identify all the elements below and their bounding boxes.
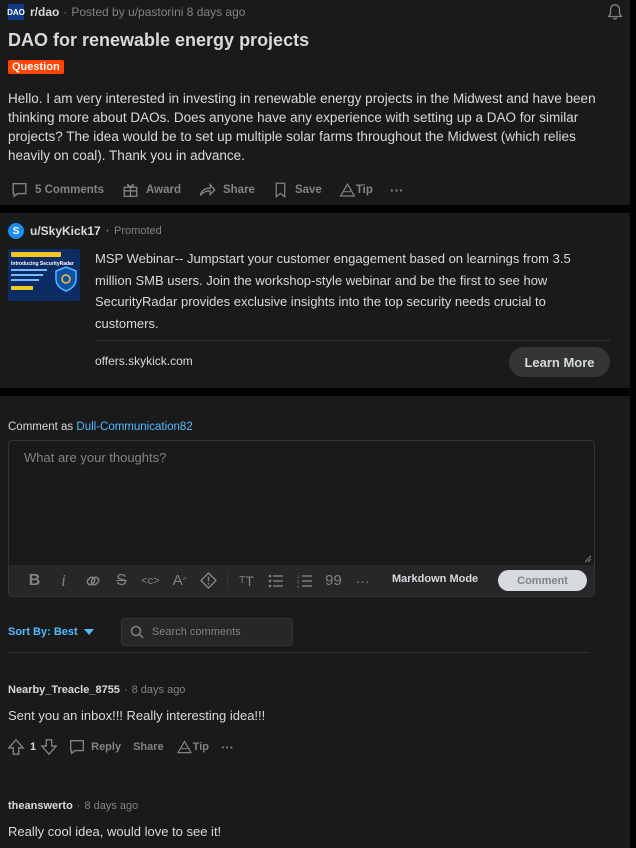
resize-handle-icon[interactable] bbox=[584, 555, 592, 563]
comment-input[interactable] bbox=[9, 441, 594, 565]
comment-icon bbox=[12, 183, 27, 198]
comment-as-line: Comment as Dull-Communication82 bbox=[8, 421, 193, 433]
comment-search bbox=[121, 618, 293, 646]
more-options-button[interactable]: ··· bbox=[390, 182, 404, 198]
promoted-header: S u/SkyKick17 · Promoted bbox=[8, 222, 162, 240]
comment-header: Nearby_Treacle_8755 · 8 days ago bbox=[8, 684, 185, 696]
spoiler-icon[interactable] bbox=[194, 572, 223, 589]
award-button[interactable]: Award bbox=[121, 181, 181, 199]
post-actions: 5 Comments Award Share Save Tip ··· bbox=[10, 178, 421, 202]
save-button[interactable]: Save bbox=[272, 181, 322, 199]
thumb-banner bbox=[11, 252, 61, 257]
thumb-button bbox=[11, 286, 33, 290]
strikethrough-icon[interactable]: S bbox=[107, 572, 136, 590]
post-card: DAO r/dao · Posted by u/pastorini 8 days… bbox=[0, 0, 630, 205]
more-icon: ··· bbox=[389, 182, 404, 198]
share-button[interactable]: Share bbox=[198, 181, 255, 199]
comment-as-prefix: Comment as bbox=[8, 421, 74, 433]
bold-icon[interactable]: B bbox=[20, 572, 49, 590]
thumb-line bbox=[11, 279, 39, 281]
comment-share-button[interactable]: Share bbox=[133, 741, 164, 753]
toolbar-divider bbox=[227, 572, 228, 589]
superscript-icon[interactable]: A ^ bbox=[165, 572, 194, 589]
comment-score: 1 bbox=[30, 741, 37, 753]
award-label: Award bbox=[146, 184, 181, 196]
sort-label: Sort By: Best bbox=[8, 626, 78, 638]
promo-thumbnail[interactable]: Introducing SecurityRadar bbox=[8, 249, 80, 301]
comment-text: Really cool idea, would love to see it! bbox=[8, 824, 222, 839]
numbered-list-icon[interactable]: 123 bbox=[290, 574, 319, 588]
save-label: Save bbox=[294, 184, 322, 196]
tip-icon bbox=[339, 182, 356, 197]
more-icon: ··· bbox=[220, 739, 234, 755]
share-icon bbox=[199, 182, 216, 197]
promoted-label: Promoted bbox=[114, 225, 162, 237]
award-icon bbox=[123, 183, 138, 197]
comment-time: 8 days ago bbox=[131, 684, 186, 696]
reply-label: Reply bbox=[91, 741, 122, 753]
thumb-line bbox=[11, 274, 43, 276]
sort-divider bbox=[8, 652, 588, 653]
tip-icon bbox=[176, 740, 192, 754]
separator-dot: · bbox=[104, 222, 111, 239]
comment-author[interactable]: theanswerto bbox=[8, 800, 73, 812]
quote-icon[interactable]: 99 bbox=[319, 572, 348, 589]
comment-more-button[interactable]: ··· bbox=[221, 740, 234, 755]
heading-icon[interactable]: TT bbox=[232, 573, 261, 589]
post-flair[interactable]: Question bbox=[8, 60, 64, 74]
bookmark-icon bbox=[275, 182, 286, 199]
sort-dropdown[interactable]: Sort By: Best bbox=[8, 626, 94, 638]
comments-button[interactable]: 5 Comments bbox=[10, 181, 104, 199]
shield-icon bbox=[55, 266, 77, 292]
advertiser-name[interactable]: u/SkyKick17 bbox=[30, 224, 101, 238]
comment-tip-button[interactable]: Tip bbox=[176, 739, 209, 755]
learn-more-button[interactable]: Learn More bbox=[509, 347, 610, 377]
upvote-icon[interactable] bbox=[7, 738, 25, 756]
comment-header: theanswerto · 8 days ago bbox=[8, 800, 138, 812]
caret-down-icon bbox=[83, 629, 94, 635]
comment-icon bbox=[70, 740, 85, 755]
search-comments-input[interactable] bbox=[152, 626, 282, 638]
downvote-icon[interactable] bbox=[40, 738, 58, 756]
editor-toolbar: B i S <c> A ^ TT 123 99 ··· Markdown Mode… bbox=[9, 565, 594, 596]
posted-by: Posted by u/pastorini 8 days ago bbox=[71, 5, 246, 19]
separator-dot: · bbox=[76, 800, 81, 812]
promo-divider bbox=[95, 340, 610, 341]
comment-time: 8 days ago bbox=[84, 800, 139, 812]
current-username[interactable]: Dull-Communication82 bbox=[76, 421, 192, 433]
svg-text:3: 3 bbox=[297, 584, 300, 588]
bell-icon[interactable] bbox=[606, 3, 624, 21]
markdown-mode-button[interactable]: Markdown Mode bbox=[392, 573, 478, 585]
tip-label: Tip bbox=[192, 741, 209, 753]
promo-text[interactable]: MSP Webinar-- Jumpstart your customer en… bbox=[95, 248, 595, 334]
tip-button[interactable]: Tip bbox=[339, 181, 373, 199]
advertiser-avatar[interactable]: S bbox=[8, 223, 24, 239]
promo-link[interactable]: offers.skykick.com bbox=[95, 354, 193, 368]
post-body: Hello. I am very interested in investing… bbox=[8, 91, 596, 163]
post-title[interactable]: DAO for renewable energy projects bbox=[8, 30, 309, 51]
tip-label: Tip bbox=[355, 184, 373, 196]
inline-code-icon[interactable]: <c> bbox=[136, 575, 165, 587]
subreddit-icon[interactable]: DAO bbox=[7, 4, 25, 20]
link-icon[interactable] bbox=[78, 573, 107, 589]
comment-actions: 1 Reply Share Tip ··· bbox=[7, 737, 246, 757]
comments-count: 5 Comments bbox=[35, 184, 105, 196]
more-icon[interactable]: ··· bbox=[348, 573, 377, 589]
comment-text: Sent you an inbox!!! Really interesting … bbox=[8, 708, 266, 723]
reply-button[interactable]: Reply bbox=[68, 738, 121, 756]
separator-dot: · bbox=[63, 5, 68, 19]
share-label: Share bbox=[133, 741, 164, 753]
comment-submit-button[interactable]: Comment bbox=[498, 570, 587, 591]
italic-icon[interactable]: i bbox=[49, 571, 78, 591]
bulleted-list-icon[interactable] bbox=[261, 574, 290, 588]
comment-author[interactable]: Nearby_Treacle_8755 bbox=[8, 684, 120, 696]
post-header: DAO r/dao · Posted by u/pastorini 8 days… bbox=[7, 4, 246, 20]
subreddit-link[interactable]: r/dao bbox=[30, 5, 59, 19]
search-icon bbox=[130, 625, 144, 639]
share-label: Share bbox=[222, 184, 255, 196]
separator-dot: · bbox=[123, 684, 128, 696]
thumb-line bbox=[11, 269, 47, 271]
comment-editor: B i S <c> A^ TT 123 99 ··· Markdown Mode… bbox=[8, 440, 595, 597]
